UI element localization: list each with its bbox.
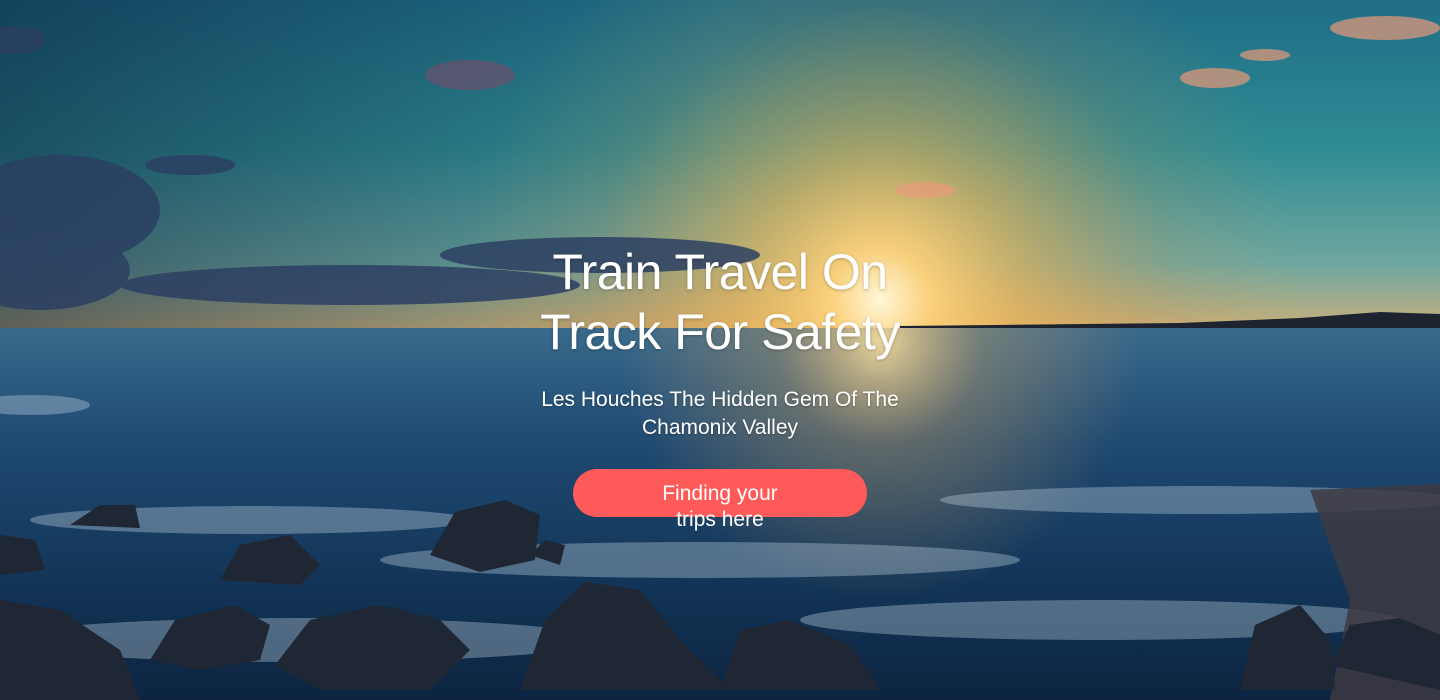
hero-section: Train Travel On Track For Safety Les Hou… — [0, 0, 1440, 700]
find-trips-button-label: Finding your trips here — [662, 482, 778, 531]
hero-subtitle: Les Houches The Hidden Gem Of The Chamon… — [541, 388, 899, 439]
find-trips-button[interactable]: Finding your trips here — [573, 469, 867, 531]
hero-title: Train Travel On Track For Safety — [540, 244, 900, 360]
hero-content: Train Travel On Track For Safety Les Hou… — [0, 242, 1440, 531]
